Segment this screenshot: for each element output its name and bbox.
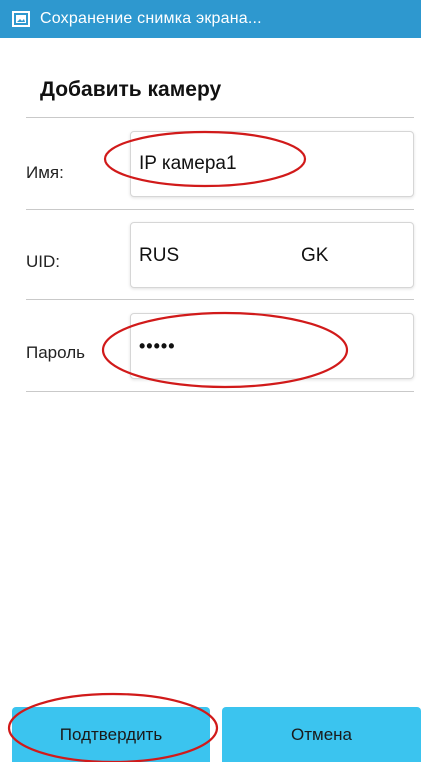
password-field[interactable]: ••••• <box>130 313 414 379</box>
confirm-button[interactable]: Подтвердить <box>12 707 210 762</box>
name-field[interactable]: IP камера1 <box>130 131 414 197</box>
divider <box>26 117 414 118</box>
uid-value-start: RUS <box>139 245 180 266</box>
gallery-icon <box>12 11 30 27</box>
status-bar: Сохранение снимка экрана... <box>0 0 421 38</box>
uid-value-end: GK <box>301 245 329 266</box>
divider <box>26 209 414 210</box>
dialog-title: Добавить камеру <box>40 78 222 101</box>
password-label: Пароль <box>26 343 85 362</box>
uid-redaction <box>183 241 301 271</box>
name-label: Имя: <box>26 163 64 182</box>
divider <box>26 391 414 392</box>
cancel-button[interactable]: Отмена <box>222 707 421 762</box>
divider <box>26 299 414 300</box>
uid-label: UID: <box>26 252 60 271</box>
name-value: IP камера1 <box>139 153 237 174</box>
status-text: Сохранение снимка экрана... <box>40 10 262 27</box>
password-value: ••••• <box>139 335 176 356</box>
uid-field[interactable]: RUS GK <box>130 222 414 288</box>
